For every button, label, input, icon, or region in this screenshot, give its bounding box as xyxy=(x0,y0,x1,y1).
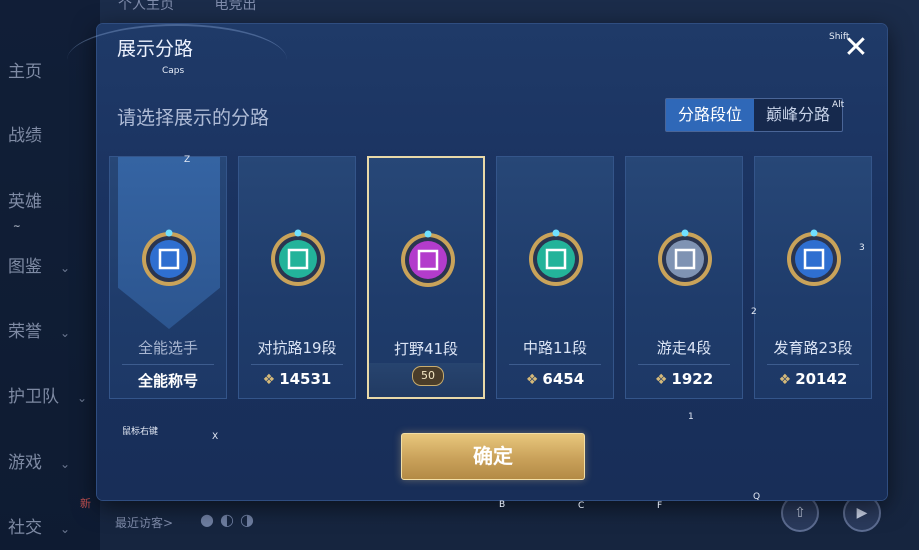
lane-card-label: 发育路23段 xyxy=(773,339,853,357)
key-hint: F xyxy=(657,501,663,511)
top-tabs: 个人主页 电竞出 xyxy=(118,0,292,14)
roam-emblem-icon xyxy=(658,229,712,286)
new-badge: 新 xyxy=(80,497,91,510)
nav-item-label: 游戏 xyxy=(8,453,42,473)
dialog-subtitle: 请选择展示的分路 xyxy=(117,107,270,129)
nav-item-honor[interactable]: 荣誉 ⌄ xyxy=(8,317,70,342)
card-divider xyxy=(122,364,214,365)
chevron-down-icon: ⌄ xyxy=(60,522,71,536)
rank-points-icon: ❖ xyxy=(778,372,792,388)
nav-item-guard[interactable]: 护卫队 ⌄ xyxy=(8,382,87,407)
lane-card[interactable]: 打野41段 50 xyxy=(367,156,485,399)
lane-card[interactable]: 游走4段 ❖ 1922 xyxy=(625,156,743,399)
nav-item-label: 主页 xyxy=(8,62,42,82)
lane-card-score: ❖ 20142 xyxy=(755,370,871,388)
key-hint: 1 xyxy=(688,412,694,422)
nav-item-label: 社交 xyxy=(8,518,42,538)
lane-card-label: 全能选手 xyxy=(137,339,198,357)
chevron-down-icon: ⌄ xyxy=(60,261,71,275)
card-divider xyxy=(251,364,343,365)
nav-item-label: 英雄 xyxy=(8,192,42,212)
mid-lane-emblem-icon xyxy=(529,229,583,286)
key-hint: 鼠标右键 xyxy=(122,427,159,437)
jungle-emblem-icon xyxy=(401,230,455,287)
nav-item-codex[interactable]: 图鉴 ⌄ xyxy=(8,252,70,277)
key-hint: Q xyxy=(753,492,761,502)
nav-item-social[interactable]: 社交 ⌄ xyxy=(8,513,70,538)
top-tab-profile[interactable]: 个人主页 xyxy=(118,0,174,13)
key-hint: Caps xyxy=(162,66,185,76)
lane-card[interactable]: 对抗路19段 ❖ 14531 xyxy=(238,156,356,399)
rank-points-icon: ❖ xyxy=(525,372,539,388)
key-hint: Alt xyxy=(832,100,845,110)
level-badge: 50 xyxy=(412,366,444,386)
key-hint: 3 xyxy=(859,243,865,253)
chevron-down-icon: ⌄ xyxy=(77,391,88,405)
dialog-title: 展示分路 xyxy=(117,38,194,60)
card-divider xyxy=(509,364,601,365)
chevron-down-icon: ⌄ xyxy=(60,457,71,471)
key-hint: B xyxy=(499,500,506,510)
key-hint: 2 xyxy=(751,307,757,317)
rank-points-icon: ❖ xyxy=(262,372,276,388)
farm-lane-emblem-icon xyxy=(787,229,841,286)
rank-points-icon: ❖ xyxy=(654,372,668,388)
lane-card-score: ❖ 1922 xyxy=(626,370,742,388)
lane-card-label: 对抗路19段 xyxy=(257,339,337,357)
lane-card-score-value: 14531 xyxy=(279,370,332,388)
lane-card-label: 打野41段 xyxy=(393,340,459,358)
lane-card-score: ❖ 14531 xyxy=(239,370,355,388)
segment-control: 分路段位 巅峰分路 xyxy=(665,98,844,132)
chevron-down-icon: ⌄ xyxy=(60,326,71,340)
lane-card-score-value: 全能称号 xyxy=(137,372,198,390)
nav-item-heroes[interactable]: 英雄 xyxy=(8,187,42,212)
key-hint: ~ xyxy=(13,222,21,232)
top-tab-esports[interactable]: 电竞出 xyxy=(214,0,256,13)
confirm-button[interactable]: 确定 xyxy=(401,433,585,480)
avatar[interactable]: ◐ xyxy=(220,510,240,529)
allround-emblem-icon xyxy=(142,229,196,286)
lane-display-dialog: 展示分路 ✕ 请选择展示的分路 分路段位 巅峰分路 全能选手 全能称号 对抗路19段… xyxy=(67,24,887,500)
key-hint: Shift xyxy=(829,32,850,42)
nav-item-label: 荣誉 xyxy=(8,322,42,342)
lane-card-score-value: 1922 xyxy=(671,370,714,388)
nav-item-record[interactable]: 战绩 xyxy=(8,121,42,146)
key-hint: C xyxy=(578,501,585,511)
card-divider xyxy=(767,364,859,365)
clash-lane-emblem-icon xyxy=(271,229,325,286)
lane-card[interactable]: 中路11段 ❖ 6454 xyxy=(496,156,614,399)
lane-card-score-value: 20142 xyxy=(795,370,848,388)
lane-card-list: 全能选手 全能称号 对抗路19段 ❖ 14531 打野41段 50 中路11段 ❖ 6454 游走4… xyxy=(109,156,875,400)
avatar[interactable]: ◑ xyxy=(240,510,260,529)
nav-item-game[interactable]: 游戏 ⌄ xyxy=(8,448,70,473)
key-hint: X xyxy=(212,432,219,442)
lane-card-score: 全能称号 xyxy=(110,370,226,391)
segment-lane-rank[interactable]: 分路段位 xyxy=(666,99,755,131)
lane-card[interactable]: 发育路23段 ❖ 20142 xyxy=(754,156,872,399)
lane-card-score: ❖ 6454 xyxy=(497,370,613,388)
segment-peak-lane[interactable]: 巅峰分路 xyxy=(754,99,842,131)
lane-card[interactable]: 全能选手 全能称号 xyxy=(109,156,227,399)
lane-card-score-value: 6454 xyxy=(542,370,585,388)
key-hint: Z xyxy=(184,155,191,165)
visitor-avatars[interactable]: ●◐◑ xyxy=(200,510,260,529)
nav-item-label: 图鉴 xyxy=(8,257,42,277)
nav-item-label: 护卫队 xyxy=(8,387,59,407)
lane-card-label: 游走4段 xyxy=(656,339,712,357)
nav-item-label: 战绩 xyxy=(8,126,42,146)
avatar[interactable]: ● xyxy=(200,510,220,529)
card-divider xyxy=(638,364,730,365)
lane-card-label: 中路11段 xyxy=(522,339,588,357)
nav-item-home[interactable]: 主页 xyxy=(8,57,42,82)
recent-visitors-link[interactable]: 最近访客> xyxy=(115,514,173,531)
